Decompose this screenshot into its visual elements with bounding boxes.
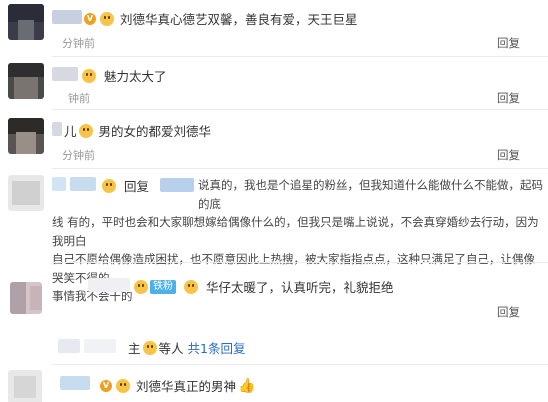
avatar[interactable]: [8, 370, 42, 402]
avatar[interactable]: [8, 175, 44, 211]
comment-line-1: 说真的，我也是个追星的粉丝，但我知道什么能做什么不能做，起码的底: [198, 178, 543, 211]
username-mask[interactable]: [84, 339, 116, 353]
avatar[interactable]: [10, 282, 42, 314]
smile-emoji-icon: [184, 279, 198, 294]
timestamp: 分钟前: [62, 37, 95, 50]
reply-button[interactable]: 回复: [497, 35, 520, 51]
smile-emoji-icon: [100, 11, 114, 26]
smile-emoji-icon: [116, 378, 130, 393]
comment-1: V 刘德华真心德艺双馨，善良有爱，天王巨星 分钟前 回复: [0, 0, 548, 56]
comment-4: 回复 说真的，我也是个追星的粉丝，但我知道什么能做什么不能做，起码的底 线 有的…: [0, 169, 548, 303]
reply-text: 华仔太暖了，认真听完，礼貌拒绝: [206, 280, 394, 295]
comment-5: V 刘德华真正的男神 👍: [0, 368, 548, 402]
username-mask[interactable]: [58, 339, 80, 353]
timestamp: 分钟前: [62, 149, 95, 162]
comment-text: 魅力太大了: [104, 69, 167, 84]
username-mask[interactable]: [52, 10, 82, 24]
reply-button[interactable]: 回复: [497, 90, 520, 106]
comment-2: 魅力太大了 钟前 回复: [0, 57, 548, 109]
smile-emoji-icon: [82, 68, 96, 83]
username-mask[interactable]: [52, 67, 78, 81]
replier-mid: 等人: [158, 341, 184, 356]
comment-text: 男的女的都爱刘德华: [98, 124, 212, 139]
timestamp: 钟前: [68, 92, 90, 105]
username-mask[interactable]: [60, 376, 90, 390]
avatar[interactable]: [8, 63, 44, 99]
view-replies-link[interactable]: 共1条回复: [188, 338, 246, 357]
vip-badge-icon: V: [84, 12, 96, 25]
smile-emoji-icon: [142, 340, 157, 355]
more-replies[interactable]: 主 等人 共1条回复: [0, 333, 548, 363]
comment-text: 刘德华真心德艺双馨，善良有爱，天王巨星: [120, 12, 358, 27]
avatar[interactable]: [8, 4, 44, 40]
avatar[interactable]: [8, 118, 44, 154]
reply-button[interactable]: 回复: [497, 147, 520, 163]
comment-text: 刘德华真正的男神: [136, 379, 237, 394]
smile-emoji-icon: [134, 279, 148, 294]
username-mask[interactable]: [52, 122, 62, 136]
thumbs-up-icon: 👍: [238, 377, 256, 394]
smile-emoji-icon: [78, 123, 93, 138]
divider: [52, 262, 548, 263]
comment-3: 儿 男的女的都爱刘德华 分钟前 回复: [0, 110, 548, 168]
vip-badge-icon: V: [100, 379, 112, 392]
reply-button[interactable]: 回复: [497, 304, 520, 320]
replier-prefix: 主: [128, 341, 141, 356]
fan-badge: 铁粉: [150, 279, 176, 294]
sub-reply: 铁粉 华仔太暖了，认真听完，礼貌拒绝 回复: [0, 270, 548, 326]
username[interactable]: 儿: [64, 121, 77, 140]
comment-line-2: 线 有的，平时也会和大家聊想嫁给偶像什么的，但我只是嘴上说说，不会真穿婚纱去行动…: [52, 215, 539, 248]
divider: [52, 364, 548, 365]
username-mask[interactable]: [88, 278, 130, 292]
